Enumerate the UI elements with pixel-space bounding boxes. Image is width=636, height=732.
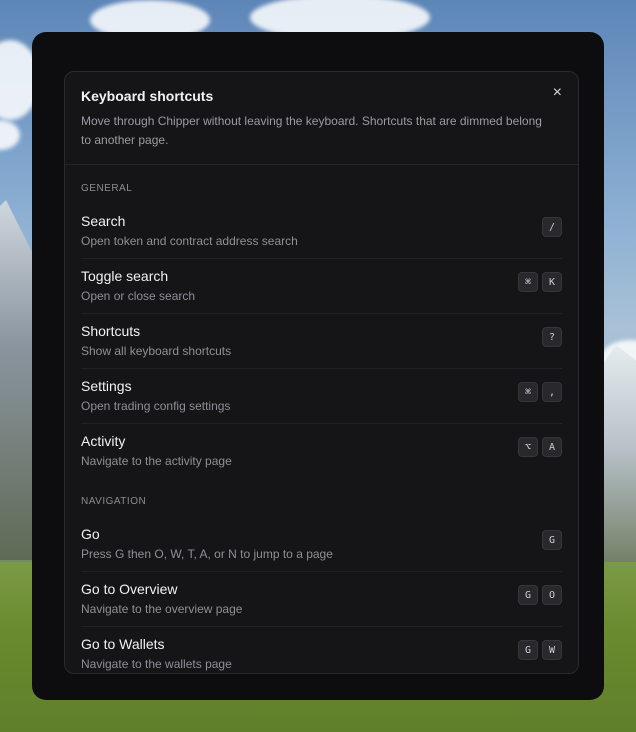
dialog-title: Keyboard shortcuts	[81, 88, 214, 104]
keycap: A	[542, 437, 562, 457]
shortcut-row[interactable]: Go Press G then O, W, T, A, or N to jump …	[81, 517, 562, 572]
dialog-description: Move through Chipper without leaving the…	[81, 114, 542, 147]
shortcut-keys: GW	[518, 640, 562, 660]
shortcut-title: Toggle search	[81, 268, 169, 284]
shortcut-description: Navigate to the activity page	[81, 454, 232, 468]
shortcut-title: Activity	[81, 433, 126, 449]
keycap: ,	[542, 382, 562, 402]
section-general: GENERAL Search Open token and contract add…	[65, 183, 578, 478]
shortcut-row[interactable]: Shortcuts Show all keyboard shortcuts?	[81, 314, 562, 369]
shortcut-keys: G	[542, 530, 562, 550]
dialog-header: Keyboard shortcuts Move through Chipper …	[65, 72, 578, 165]
shortcut-keys: ⌥ A	[518, 437, 562, 457]
shortcut-description: Press G then O, W, T, A, or N to jump to…	[81, 547, 333, 561]
keycap: O	[542, 585, 562, 605]
close-icon[interactable]: ×	[553, 85, 562, 101]
shortcut-description: Open or close search	[81, 289, 196, 303]
keycap: G	[518, 585, 538, 605]
shortcut-description: Navigate to the overview page	[81, 602, 243, 616]
shortcut-description: Show all keyboard shortcuts	[81, 344, 232, 358]
shortcut-title: Settings	[81, 378, 132, 394]
shortcut-keys: ⌘,	[518, 382, 562, 402]
shortcut-title: Search	[81, 213, 126, 229]
shortcut-row[interactable]: Settings Open trading config settings ⌘,	[81, 369, 562, 424]
keycap: G	[542, 530, 562, 550]
keycap: ⌘	[518, 272, 538, 292]
shortcut-keys: ?	[542, 327, 562, 347]
keycap: K	[542, 272, 562, 292]
shortcut-description: Navigate to the wallets page	[81, 657, 232, 671]
shortcut-row[interactable]: Toggle search Open or close search ⌘ K	[81, 259, 562, 314]
shortcut-keys: ⌘ K	[518, 272, 562, 292]
shortcut-row[interactable]: Go to Wallets Navigate to the wallets pag…	[81, 627, 562, 673]
shortcut-row[interactable]: Search Open token and contract address se…	[81, 204, 562, 259]
shortcut-title: Go	[81, 526, 100, 542]
shortcut-description: Open trading config settings	[81, 399, 231, 413]
keycap: W	[542, 640, 562, 660]
shortcut-keys: GO	[518, 585, 562, 605]
shortcut-title: Go to Wallets	[81, 636, 165, 652]
keycap: /	[542, 217, 562, 237]
shortcut-row[interactable]: Go to Overview Navigate to the overview p…	[81, 572, 562, 627]
shortcuts-dialog: Keyboard shortcuts Move through Chipper …	[64, 71, 579, 674]
section-navigation: NAVIGATION Go Press G then O, W, T, A, or …	[65, 496, 578, 673]
shortcut-title: Go to Overview	[81, 581, 178, 597]
keycap: ?	[542, 327, 562, 347]
shortcut-sections: GENERAL Search Open token and contract add…	[65, 183, 578, 673]
keycap: ⌘	[518, 382, 538, 402]
keycap: G	[518, 640, 538, 660]
section-label: NAVIGATION	[81, 496, 147, 507]
section-label: GENERAL	[81, 183, 133, 194]
keycap: ⌥	[518, 437, 538, 457]
shortcut-description: Open token and contract address search	[81, 234, 298, 248]
shortcut-keys: /	[542, 217, 562, 237]
shortcut-row[interactable]: Activity Navigate to the activity page ⌥ A	[81, 424, 562, 478]
shortcut-title: Shortcuts	[81, 323, 141, 339]
